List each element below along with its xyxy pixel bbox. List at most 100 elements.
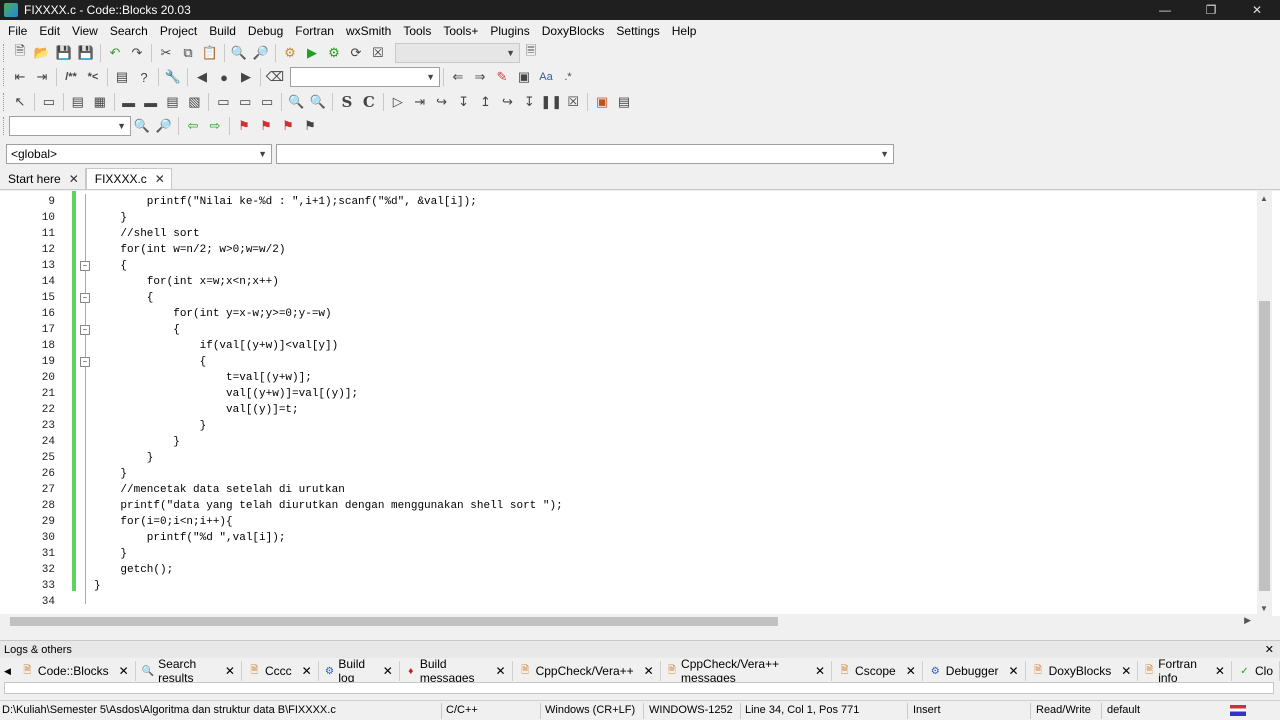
zoom-out-icon[interactable]: 🔍 [307, 92, 329, 112]
toolbar-grip[interactable] [3, 44, 6, 62]
rebuild-icon[interactable]: ⟳ [345, 43, 367, 63]
code-line[interactable]: 9 printf("Nilai ke-%d : ",i+1);scanf("%d… [0, 194, 1250, 210]
log-content[interactable] [4, 682, 1274, 694]
toolbar-grip[interactable] [3, 117, 6, 135]
code-line[interactable]: 15 { [0, 290, 1250, 306]
copy-icon[interactable]: ⧉ [177, 43, 199, 63]
highlight-pen-icon[interactable]: ✎ [491, 67, 513, 87]
close-icon[interactable]: ✕ [1215, 664, 1225, 678]
sizer-flex-icon[interactable]: ▧ [183, 92, 205, 112]
box-icon[interactable]: ▭ [212, 92, 234, 112]
menu-file[interactable]: File [2, 24, 33, 38]
debug-continue-icon[interactable]: ▷ [387, 92, 409, 112]
code-line[interactable]: 30 printf("%d ",val[i]); [0, 530, 1250, 546]
code-line[interactable]: 22 val[(y)]=t; [0, 402, 1250, 418]
log-tab-cscope[interactable]: 🗎 Cscope ✕ [832, 661, 923, 681]
close-icon[interactable]: ✕ [383, 664, 393, 678]
c-icon[interactable]: C [358, 92, 380, 112]
panel-icon[interactable]: ▦ [89, 92, 111, 112]
sizer-v-icon[interactable]: ▬ [140, 92, 162, 112]
menu-search[interactable]: Search [104, 24, 154, 38]
restore-icon[interactable]: ❐ [1188, 0, 1234, 20]
search-go-icon[interactable]: 🔍 [131, 116, 153, 136]
jump-back-icon[interactable]: ⇤ [9, 67, 31, 87]
find-icon[interactable]: 🔍 [228, 43, 250, 63]
menu-fortran[interactable]: Fortran [289, 24, 340, 38]
build-target-select[interactable]: ▼ [395, 43, 520, 63]
zoom-in-icon[interactable]: 🔍 [285, 92, 307, 112]
abort-icon[interactable]: ☒ [367, 43, 389, 63]
build-and-run-icon[interactable]: ⚙ [323, 43, 345, 63]
code-line[interactable]: 12 for(int w=n/2; w>0;w=w/2) [0, 242, 1250, 258]
prev-flag-icon[interactable]: ⚑ [255, 116, 277, 136]
scroll-tabs-left-icon[interactable]: ◀ [0, 666, 15, 677]
scroll-down-icon[interactable]: ▼ [1260, 604, 1268, 613]
code-line[interactable]: 18 if(val[(y+w)]<val[y]) [0, 338, 1250, 354]
close-icon[interactable]: ✕ [119, 664, 129, 678]
menu-debug[interactable]: Debug [242, 24, 289, 38]
close-icon[interactable]: ✕ [155, 172, 165, 186]
log-tab-clo[interactable]: ✓ Clo [1232, 661, 1280, 681]
pause-icon[interactable]: ❚❚ [540, 92, 562, 112]
clear-icon[interactable]: ⌫ [264, 67, 286, 87]
menu-project[interactable]: Project [154, 24, 203, 38]
menu-build[interactable]: Build [203, 24, 242, 38]
open-icon[interactable]: 📂 [31, 43, 53, 63]
next-flag-icon[interactable]: ⚑ [277, 116, 299, 136]
frame-icon[interactable]: ▭ [38, 92, 60, 112]
vertical-scroll-thumb[interactable] [1259, 301, 1270, 591]
code-line[interactable]: 31 } [0, 546, 1250, 562]
debug-info-icon[interactable]: ▤ [613, 92, 635, 112]
prev-bookmark-icon[interactable]: ◀ [191, 67, 213, 87]
close-icon[interactable]: ✕ [496, 664, 506, 678]
step-into-icon[interactable]: ↧ [453, 92, 475, 112]
toolbar-grip[interactable] [3, 68, 6, 86]
step-out-icon[interactable]: ↥ [475, 92, 497, 112]
close-window-icon[interactable]: ✕ [1234, 0, 1280, 20]
menu-tools[interactable]: Tools+ [437, 24, 484, 38]
arrow-right-icon[interactable]: ⇒ [469, 67, 491, 87]
code-line[interactable]: 28 printf("data yang telah diurutkan den… [0, 498, 1250, 514]
static-box-icon[interactable]: ▭ [234, 92, 256, 112]
save-all-icon[interactable]: 💾 [75, 43, 97, 63]
code-line[interactable]: 13 { [0, 258, 1250, 274]
target-options-icon[interactable]: 🗏 [520, 43, 542, 63]
code-line[interactable]: 11 //shell sort [0, 226, 1250, 242]
menu-doxyblocks[interactable]: DoxyBlocks [536, 24, 611, 38]
code-line[interactable]: 21 val[(y+w)]=val[(y)]; [0, 386, 1250, 402]
wrench-icon[interactable]: 🔧 [162, 67, 184, 87]
code-line[interactable]: 29 for(i=0;i<n;i++){ [0, 514, 1250, 530]
code-line[interactable]: 17 { [0, 322, 1250, 338]
doc-block-icon[interactable]: ▤ [111, 67, 133, 87]
sizer-grid-icon[interactable]: ▤ [162, 92, 184, 112]
forward-arrow-icon[interactable]: ⇨ [204, 116, 226, 136]
code-editor[interactable]: 9 printf("Nilai ke-%d : ",i+1);scanf("%d… [0, 191, 1280, 616]
selection-icon[interactable]: ▣ [513, 67, 535, 87]
close-icon[interactable]: ✕ [815, 664, 825, 678]
scroll-up-icon[interactable]: ▲ [1260, 194, 1268, 203]
save-icon[interactable]: 💾 [53, 43, 75, 63]
menu-tools[interactable]: Tools [397, 24, 437, 38]
menu-view[interactable]: View [66, 24, 104, 38]
new-file-icon[interactable]: 🗎 [9, 43, 31, 63]
code-line[interactable]: 33} [0, 578, 1250, 594]
code-line[interactable]: 24 } [0, 434, 1250, 450]
search-options-icon[interactable]: 🔎 [153, 116, 175, 136]
scroll-right-icon[interactable]: ▶ [1244, 615, 1251, 626]
highlight-select[interactable]: ▼ [290, 67, 440, 87]
undo-icon[interactable]: ↶ [104, 43, 126, 63]
cut-icon[interactable]: ✂ [155, 43, 177, 63]
tab-fixxxx-c[interactable]: FIXXXX.c ✕ [85, 168, 172, 189]
pointer-icon[interactable]: ↖ [9, 92, 31, 112]
minimize-icon[interactable]: — [1142, 0, 1188, 20]
close-icon[interactable]: ✕ [1009, 664, 1019, 678]
horizontal-scrollbar[interactable]: ▶ [0, 614, 1257, 629]
close-icon[interactable]: ✕ [644, 664, 654, 678]
code-line[interactable]: 19 { [0, 354, 1250, 370]
code-line[interactable]: 23 } [0, 418, 1250, 434]
menu-settings[interactable]: Settings [610, 24, 665, 38]
log-tab-search-results[interactable]: 🔍 Search results ✕ [136, 657, 242, 685]
menu-help[interactable]: Help [666, 24, 703, 38]
regex-icon[interactable]: .* [557, 67, 579, 87]
close-panel-icon[interactable]: ✕ [1265, 643, 1274, 656]
